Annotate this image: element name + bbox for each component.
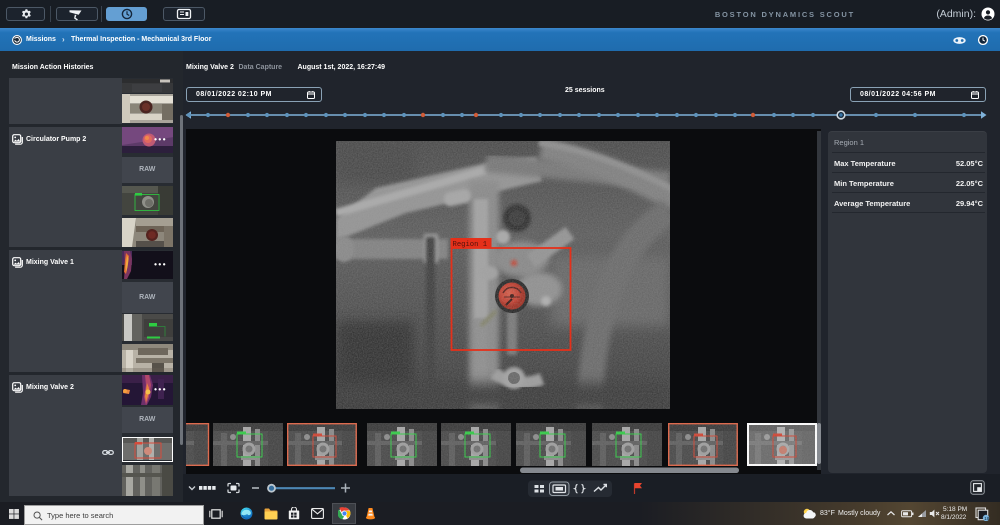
svg-text:Region 1: Region 1 (453, 241, 488, 249)
svg-text:18: 18 (984, 516, 990, 521)
